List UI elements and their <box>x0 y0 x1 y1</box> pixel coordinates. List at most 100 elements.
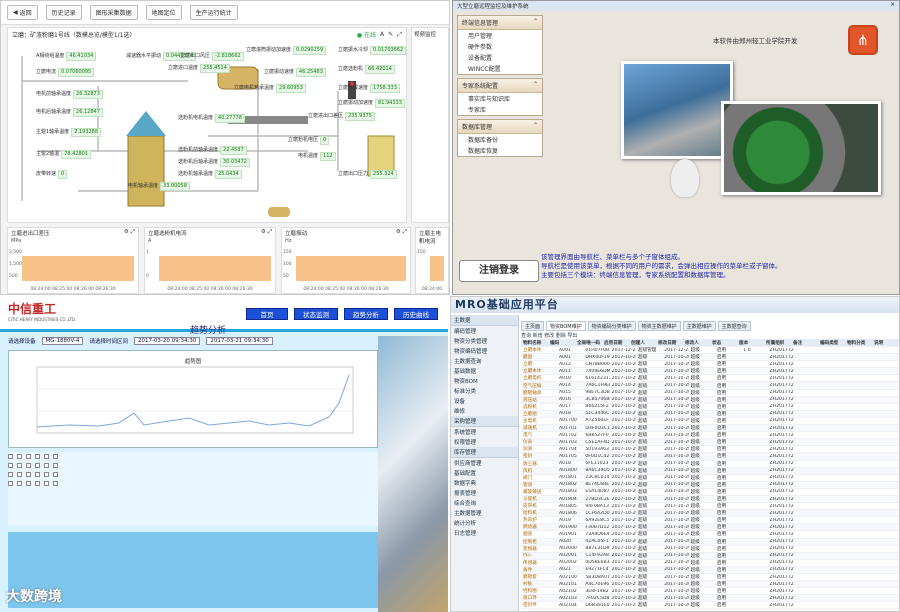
sidebar-item[interactable]: 物资编码管理 <box>451 346 518 356</box>
tab[interactable]: 主页面 <box>521 321 545 331</box>
table-row[interactable]: 密封件 A02104 D6B391E0 2017-10-29 超级 2017-10-29 超… <box>521 602 899 610</box>
table-row[interactable]: 电气 A01702 6B8527F0 2017-10-29 超级 2017-10-29 超级… <box>521 432 899 440</box>
table-row[interactable]: 仪表 A01703 C5E1AF4D 2017-10-29 超级 2017-10-29 超级… <box>521 439 899 447</box>
table-row[interactable]: 燃烧器 A01900 F30B7D12 2017-10-29 超级 2017-10-29 超… <box>521 524 899 532</box>
column-header[interactable]: 编码类型 <box>818 340 845 346</box>
tab[interactable]: 主数据维护 <box>682 321 716 331</box>
column-header[interactable]: 状态 <box>710 340 737 346</box>
table-row[interactable]: 衬板 A02101 A4C70E96 2017-10-29 超级 2017-10-29 超级… <box>521 581 899 589</box>
nav-status[interactable]: 状态监测 <box>294 308 338 320</box>
sidebar-item[interactable]: 主数据查询 <box>451 356 518 366</box>
table-row[interactable]: 立磨电机A01061614231142017-10-29超级2017-10-29… <box>521 375 899 383</box>
production-stats-button[interactable]: 生产运行统计 <box>189 5 238 20</box>
start-time-input[interactable]: 2017-03-20 09:34:30 <box>133 337 201 345</box>
menu-item-hardware[interactable]: 硬件参数 <box>458 41 542 52</box>
menu-item-device[interactable]: 设备配置 <box>458 52 542 63</box>
menu-item-expert-db[interactable]: 专家库 <box>458 104 542 115</box>
settings-icon[interactable]: ⚙ ⤢ <box>396 229 407 237</box>
tab[interactable]: 主数据查询 <box>717 321 751 331</box>
table-row[interactable]: 密封 A01705 0F0D1C42 2017-10-29 超级 2017-10-29 超级… <box>521 453 899 461</box>
close-icon[interactable]: ✕ <box>890 2 895 10</box>
table-row[interactable]: 控制柜 A020 42AC05F1 2017-10-29 超级 2017-10-29 超级启… <box>521 538 899 546</box>
settings-icon[interactable]: ⚙ ⤢ <box>261 229 272 237</box>
expand-icon[interactable]: ⤢ <box>397 31 402 39</box>
column-header[interactable]: 全局唯一码 <box>575 340 602 346</box>
table-row[interactable]: 喷口环 A02103 7F02C5D8 2017-10-29 超级 2017-10-29 超… <box>521 595 899 603</box>
sidebar-item[interactable]: 标准分类 <box>451 386 518 396</box>
column-header[interactable]: 修改人 <box>683 340 710 346</box>
table-row[interactable]: 主电机 A01700 A7Z560EF 2017-10-29 超级 2017-10-29 超… <box>521 418 899 426</box>
sidebar-item[interactable]: 物资分类管理 <box>451 336 518 346</box>
logout-button[interactable]: 注销登录 <box>459 260 539 282</box>
sidebar-item[interactable]: 设备 <box>451 396 518 406</box>
table-row[interactable]: 立磨本体A00101H07F0B1462017-12-23超级管理2017-12… <box>521 347 899 355</box>
sidebar-item[interactable]: 数据字典 <box>451 478 518 488</box>
tab[interactable]: 物资BOM维护 <box>546 321 586 331</box>
sidebar-item[interactable]: 报表管理 <box>451 488 518 498</box>
sidebar-item[interactable]: 主数据 <box>451 315 518 326</box>
table-row[interactable]: 给料机 A01806 1CF6A2D0 2017-10-29 超级 2017-10-29 超… <box>521 510 899 518</box>
nav-home[interactable]: 首页 <box>246 308 288 320</box>
sidebar-item[interactable]: 基础配置 <box>451 468 518 478</box>
column-header[interactable]: 编码 <box>548 340 575 346</box>
column-header[interactable]: 物料名称 <box>521 340 548 346</box>
param-checkbox[interactable] <box>8 454 13 459</box>
table-row[interactable]: 管道 A01802 8E74C6BE 2017-10-29 超级 2017-10-29 超级… <box>521 481 899 489</box>
sidebar-item[interactable]: 物资BOM <box>451 376 518 386</box>
table-row[interactable]: 热风炉 A019 6A92E8C5 2017-10-29 超级 2017-10-29 超级启… <box>521 517 899 525</box>
table-row[interactable]: 液压站A0163CB5706BC2017-10-29超级2017-10-29超级… <box>521 396 899 404</box>
table-row[interactable]: 变频器 A02000 B87E31D9 2017-10-29 超级 2017-10-29 超… <box>521 546 899 553</box>
settings-icon[interactable]: ⚙ ⤢ <box>124 229 135 237</box>
device-select[interactable]: MG-1880V-4 <box>41 337 84 345</box>
table-row[interactable]: 磨辊套 A02100 5B3D8A07 2017-10-29 超级 2017-10-29 超… <box>521 574 899 582</box>
sidebar-item[interactable]: 采购管理 <box>451 416 518 427</box>
history-button[interactable]: 历史记录 <box>45 5 82 20</box>
map-locate-button[interactable]: 地图定位 <box>145 5 182 20</box>
end-time-input[interactable]: 2017-03-21 09:34:30 <box>206 337 273 345</box>
column-header[interactable]: 备注 <box>791 340 818 346</box>
data-collect-button[interactable]: 图形采集数据 <box>89 5 138 20</box>
menu-item-knowledge[interactable]: 事实库与知识库 <box>458 93 542 104</box>
edit-icon[interactable]: ✎ <box>388 31 393 38</box>
back-button[interactable]: ◀ 返回 <box>7 5 38 20</box>
table-row[interactable]: 立磨组 A018 51C3446C 2017-10-29 超级 2017-10-29 超级启… <box>521 410 899 418</box>
sidebar-item[interactable]: 主数据管理 <box>451 508 518 518</box>
sidebar-item[interactable]: 库存管理 <box>451 447 518 458</box>
column-header[interactable]: 所属组织 <box>764 340 791 346</box>
table-row[interactable]: 立磨本体A0117X00E6DMFB2017-10-29超级2017-10-29… <box>521 368 899 376</box>
sidebar-item[interactable]: 基础数据 <box>451 366 518 376</box>
sidebar-item[interactable]: 综合查询 <box>451 498 518 508</box>
sidebar-item[interactable]: 权限管理 <box>451 437 518 447</box>
table-row[interactable]: 传感器 A02002 0D58E6B3 2017-10-29 超级 2017-10-29 超… <box>521 560 899 567</box>
table-row[interactable]: 减速机 A01701 D3F0D3C1 2017-10-29 超级 2017-10-29 超… <box>521 425 899 433</box>
table-row[interactable]: 阀门 A01801 23CBC014 2017-10-29 超级 2017-10-29 超级… <box>521 475 899 482</box>
column-header[interactable]: 版本 <box>737 340 764 346</box>
sidebar-item[interactable]: 统计分析 <box>451 518 518 528</box>
tab[interactable]: 物资主数据维护 <box>637 321 681 331</box>
table-row[interactable]: 磨盘A001DHK00F19712017-10-29超级2017-10-29超级… <box>521 354 899 362</box>
sidebar-item[interactable]: 系统管理 <box>451 427 518 437</box>
sidebar-item[interactable]: 维修 <box>451 406 518 416</box>
nav-history[interactable]: 历史曲线 <box>394 308 438 320</box>
column-header[interactable]: 说明 <box>872 340 899 346</box>
table-row[interactable]: 备件 A021 E9271FC4 2017-10-29 超级 2017-10-29 超级 启用… <box>521 566 899 574</box>
sidebar-item[interactable]: 供应商管理 <box>451 458 518 468</box>
table-row[interactable]: 立磨A012CN78B00012017-10-29超级2017-10-29超级启… <box>521 361 899 369</box>
column-header[interactable]: 修改日期 <box>656 340 683 346</box>
sidebar-item[interactable]: 日志管理 <box>451 528 518 538</box>
sidebar-item[interactable]: 编码管理 <box>451 326 518 336</box>
table-row[interactable]: 润滑 A01704 50193A63 2017-10-29 超级 2017-10-29 超级… <box>521 446 899 454</box>
table-row[interactable]: 烟道 A01901 73A9D6E4 2017-10-29 超级 2017-10-29 超级… <box>521 531 899 539</box>
table-row[interactable]: 空气压缩 A014 7A6C1F9EE 2017-10-29 超级 2017-10-29 超… <box>521 382 899 390</box>
menu-item-backup[interactable]: 数据库备份 <box>458 134 542 145</box>
table-row[interactable]: 选粉机 A017 B66215F2 2017-10-29 超级 2017-10-29 超级启… <box>521 404 899 411</box>
table-row[interactable]: 螺旋输送 A01803 E5A14D87 2017-10-29 超级 2017-10-29… <box>521 489 899 496</box>
table-row[interactable]: 磨辊轴承 A015 98E7C3DB 2017-10-29 超级 2017-10-29 超级… <box>521 390 899 397</box>
table-row[interactable]: 斗提机 A01804 27BD3C2E 2017-10-29 超级 2017-10-29 超… <box>521 495 899 504</box>
column-header[interactable]: 创建人 <box>629 340 656 346</box>
column-header[interactable]: 物料分类 <box>845 340 872 346</box>
menu-item-restore[interactable]: 数据库恢复 <box>458 145 542 156</box>
nav-trend[interactable]: 趋势分析 <box>344 308 388 320</box>
grid-toolbar[interactable]: 查询 新增 修改 删除 导出 <box>521 332 577 339</box>
table-row[interactable]: PLC A02001 C14F92A8 2017-10-29 超级 2017-10-29 超… <box>521 552 899 560</box>
